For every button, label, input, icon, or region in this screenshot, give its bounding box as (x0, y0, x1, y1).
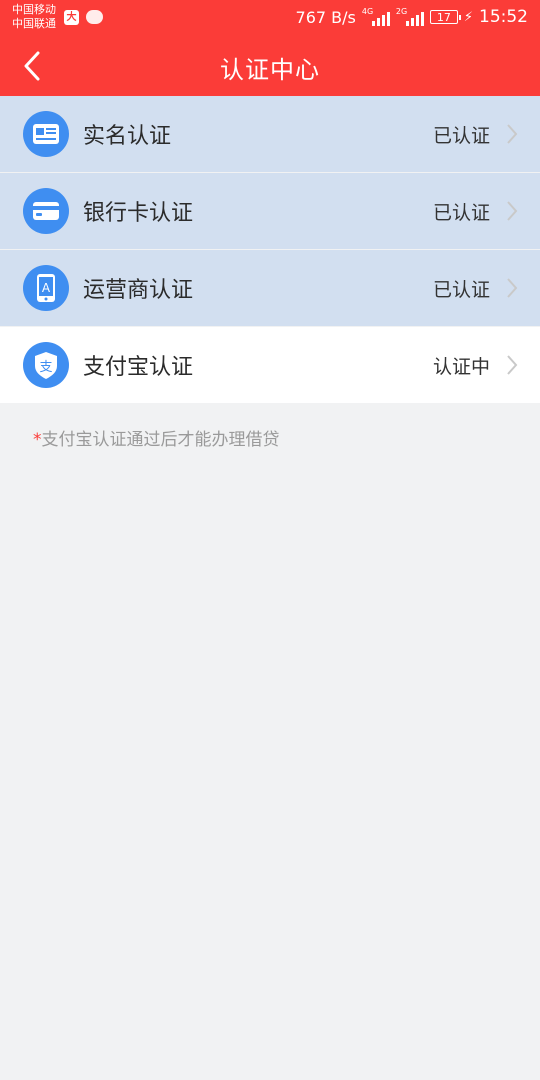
alipay-icon: 支 (23, 342, 69, 388)
svg-text:支: 支 (39, 360, 52, 375)
status-badge: 已认证 (432, 125, 490, 147)
carrier-2: 中国联通 (12, 17, 56, 30)
message-notification-icon (86, 10, 103, 24)
charging-icon: ⚡ (463, 9, 473, 25)
required-star: * (33, 430, 42, 450)
verification-list: 实名认证 已认证 银行卡认证 已认证 A 运营商认证 已认证 支 支付宝认证 认… (0, 96, 540, 404)
battery-icon: 17 (429, 10, 461, 24)
phone-carrier-icon: A (23, 265, 69, 311)
item-label: 运营商认证 (83, 278, 194, 303)
carrier-info: 中国移动 中国联通 (12, 3, 56, 31)
signal-sim2-icon: 2G (396, 7, 424, 26)
item-label: 实名认证 (83, 124, 172, 149)
app-notification-icon: 大 (64, 10, 79, 25)
chevron-right-icon (507, 278, 518, 298)
list-item-carrier[interactable]: A 运营商认证 已认证 (0, 250, 540, 326)
list-item-bankcard[interactable]: 银行卡认证 已认证 (0, 173, 540, 249)
chevron-right-icon (507, 124, 518, 144)
list-item-alipay[interactable]: 支 支付宝认证 认证中 (0, 327, 540, 403)
nav-bar: 认证中心 (0, 36, 540, 96)
svg-text:A: A (42, 281, 51, 295)
signal-sim1-icon: 4G (362, 7, 390, 26)
status-badge: 认证中 (432, 356, 490, 378)
carrier-1: 中国移动 (12, 3, 56, 16)
clock: 15:52 (479, 7, 528, 27)
status-bar: 中国移动 中国联通 大 767 B/s 4G 2G 17 ⚡ 15:52 (0, 0, 540, 36)
status-badge: 已认证 (432, 202, 490, 224)
network-speed: 767 B/s (295, 7, 356, 27)
hint-text: *支付宝认证通过后才能办理借贷 (33, 425, 280, 450)
hint-text-body: 支付宝认证通过后才能办理借贷 (41, 430, 280, 450)
item-label: 支付宝认证 (83, 355, 194, 380)
chevron-right-icon (507, 355, 518, 375)
chevron-right-icon (507, 201, 518, 221)
status-badge: 已认证 (432, 279, 490, 301)
page-title: 认证中心 (220, 56, 320, 84)
bank-card-icon (23, 188, 69, 234)
item-label: 银行卡认证 (83, 201, 194, 226)
list-item-realname[interactable]: 实名认证 已认证 (0, 96, 540, 172)
id-card-icon (23, 111, 69, 157)
